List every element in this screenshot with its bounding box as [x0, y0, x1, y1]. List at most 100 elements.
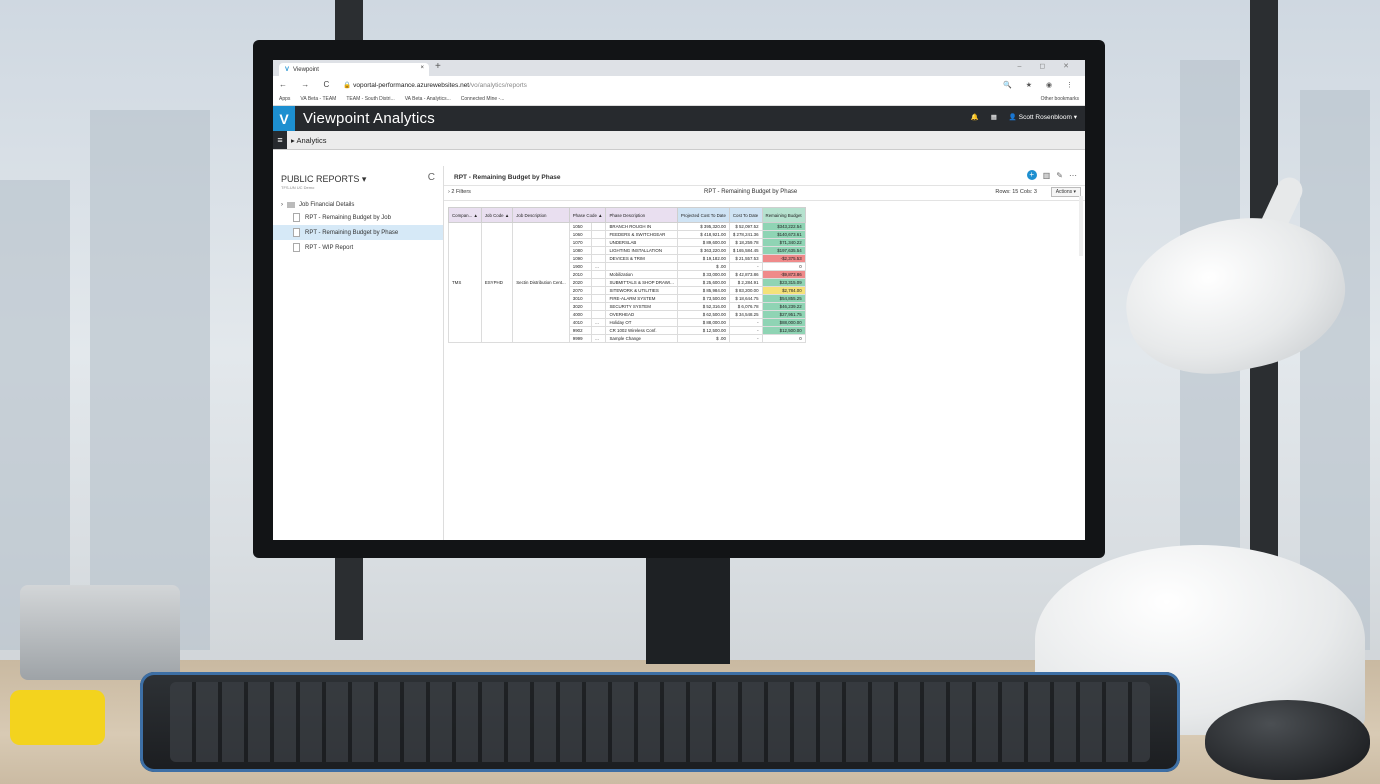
bookmark-item[interactable]: Apps [279, 96, 290, 102]
cell-phase-description: BRANCH ROUGH IN [605, 222, 678, 231]
cell-projected-cost: $ 12,500.00 [676, 326, 730, 335]
public-reports-dropdown[interactable]: PUBLIC REPORTS ▾ [281, 174, 435, 185]
background-building [1300, 90, 1370, 650]
window-controls[interactable]: – ◻ ✕ [1018, 62, 1077, 70]
cell-cost-to-date: $ 278,241.36 [728, 230, 763, 239]
filters-toggle[interactable]: › 2 Filters [448, 189, 471, 195]
browser-tab[interactable]: V Viewpoint × [279, 63, 429, 76]
cell-cost-to-date: $ 21,557.53 [728, 254, 763, 263]
cell-cost-to-date: $ 165,584.45 [728, 246, 763, 255]
cell-projected-cost: $ 33,000.00 [676, 270, 730, 279]
column-header[interactable]: Compan... ▲ [448, 207, 482, 223]
tree-folder-label: Job Financial Details [299, 202, 355, 208]
bookmark-item[interactable]: Connected Mine -... [461, 96, 505, 102]
cell-cost-to-date: - [728, 262, 763, 271]
cell-projected-cost: $ 363,220.00 [676, 246, 730, 255]
grid-apps-icon[interactable]: ▦ [991, 113, 997, 121]
app-logo[interactable]: V [273, 106, 295, 131]
cell-expand [591, 310, 607, 319]
actions-dropdown[interactable]: Actions ▾ [1050, 187, 1081, 197]
column-header[interactable]: Remaining Budget [761, 207, 806, 223]
cell-expand [591, 286, 607, 295]
close-tab-icon[interactable]: × [420, 65, 424, 71]
cell-phase-code: 1060 [568, 230, 593, 239]
bookmark-item[interactable]: VA Beta - Analytics... [405, 96, 451, 102]
cell-expand: ... [591, 318, 607, 327]
cell-remaining-budget: $343,222.54 [761, 222, 806, 231]
cell-expand [591, 222, 607, 231]
sidebar-item-wip-report[interactable]: RPT - WIP Report [273, 240, 443, 255]
cell-cost-to-date: - [728, 334, 763, 343]
column-header[interactable]: Phase Code ▲ [568, 207, 607, 223]
cell-remaining-budget: $2,784.00 [761, 286, 806, 295]
sub-nav: ≡ ▸ Analytics [273, 131, 1085, 150]
user-menu[interactable]: 👤 Scott Rosenbloom ▾ [1009, 113, 1077, 121]
navigation-icons[interactable]: ← → C [279, 80, 335, 89]
bell-icon[interactable]: 🔔 [971, 113, 979, 121]
edit-icon[interactable]: ✎ [1056, 171, 1063, 180]
cell-projected-cost: $ 85,984.00 [676, 286, 730, 295]
sidebar-item-label: RPT - WIP Report [305, 244, 354, 251]
sidebar-item-remaining-budget-by-job[interactable]: RPT - Remaining Budget by Job [273, 210, 443, 225]
cell-phase-code: 3020 [568, 302, 593, 311]
cell-remaining-budget: 0 [761, 334, 806, 343]
cell-projected-cost: $ 73,500.00 [676, 294, 730, 303]
column-header[interactable]: Job Code ▲ [480, 207, 514, 223]
tape-measure [10, 690, 105, 745]
chart-icon[interactable]: ▥ [1043, 171, 1051, 180]
header-right: 🔔 ▦ 👤 Scott Rosenbloom ▾ [971, 113, 1077, 121]
cell-projected-cost: $ 25,600.00 [676, 278, 730, 287]
bookmark-item[interactable]: TEAM - South Distri... [346, 96, 394, 102]
cell-expand [591, 302, 607, 311]
cell-phase-description: Mobilization [605, 270, 678, 279]
cell-phase-code: 2070 [568, 286, 593, 295]
other-bookmarks[interactable]: Other bookmarks [1041, 96, 1079, 102]
report-toolbar: + ▥ ✎ ⋯ [1026, 170, 1077, 180]
cell-cost-to-date: $ 83,200.00 [728, 286, 763, 295]
column-header[interactable]: Cost To Date [728, 207, 763, 223]
cell-expand [591, 294, 607, 303]
report-main: RPT - Remaining Budget by Phase + ▥ ✎ ⋯ … [444, 166, 1085, 540]
cell-company: TMS [448, 222, 482, 343]
new-tab-button[interactable]: + [435, 61, 441, 72]
keyboard [140, 672, 1180, 772]
column-header[interactable]: Job Description [512, 207, 570, 223]
monitor: V Viewpoint × + – ◻ ✕ ← → C 🔒 voportal-p… [253, 40, 1105, 558]
keyboard-keys [170, 682, 1150, 762]
cell-expand [591, 326, 607, 335]
app-body: PUBLIC REPORTS ▾ TFS-UN UC Demo C › Job … [273, 166, 1085, 540]
cell-phase-description: OVERHEAD [605, 310, 678, 319]
column-header[interactable]: Projected Cost To Date [676, 207, 730, 223]
sidebar-item-label: RPT - Remaining Budget by Job [305, 214, 391, 221]
url-field[interactable]: 🔒 voportal-performance.azurewebsites.net… [343, 81, 1003, 89]
cell-phase-description: LIGHTING INSTALLATION [605, 246, 678, 255]
hamburger-menu-icon[interactable]: ≡ [273, 131, 287, 149]
browser-tool-icons[interactable]: 🔍 ★ ◉ ⋮ [1003, 81, 1079, 89]
bookmarks-bar: Apps VA Beta - TEAM TEAM - South Distri.… [273, 93, 1085, 106]
sidebar-header: PUBLIC REPORTS ▾ TFS-UN UC Demo C [273, 166, 443, 192]
cell-projected-cost: $ 19,182.00 [676, 254, 730, 263]
tree-folder[interactable]: › Job Financial Details [273, 200, 443, 210]
cell-remaining-budget: $27,951.75 [761, 310, 806, 319]
cell-phase-description: UNDERSLAB [605, 238, 678, 247]
sidebar-item-label: RPT - Remaining Budget by Phase [305, 229, 399, 236]
stapler [20, 585, 180, 680]
cell-expand [591, 270, 607, 279]
app-name: Viewpoint Analytics [303, 110, 435, 127]
cell-remaining-budget: $88,000.00 [761, 318, 806, 327]
breadcrumb: ▸ Analytics [291, 135, 327, 145]
column-header[interactable]: Phase Description [605, 207, 678, 223]
sidebar-item-remaining-budget-by-phase[interactable]: RPT - Remaining Budget by Phase [273, 225, 443, 240]
cell-remaining-budget: -$2,375.53 [761, 254, 806, 263]
cell-phase-code: 1900 [568, 262, 593, 271]
cell-phase-description: SUBMITTALS & SHOP DRAWI... [605, 278, 678, 287]
cell-phase-code: 1070 [568, 238, 593, 247]
refresh-icon[interactable]: C [428, 172, 435, 183]
bookmark-item[interactable]: VA Beta - TEAM [300, 96, 336, 102]
more-icon[interactable]: ⋯ [1069, 171, 1077, 180]
cell-phase-description [605, 262, 678, 271]
cell-projected-cost: $ .00 [676, 334, 730, 343]
add-icon[interactable]: + [1026, 170, 1037, 180]
scrollbar[interactable] [1079, 196, 1083, 256]
table-row[interactable]: TMS ESYPHD Sectin Distribution Cent... 1050… [448, 222, 806, 343]
